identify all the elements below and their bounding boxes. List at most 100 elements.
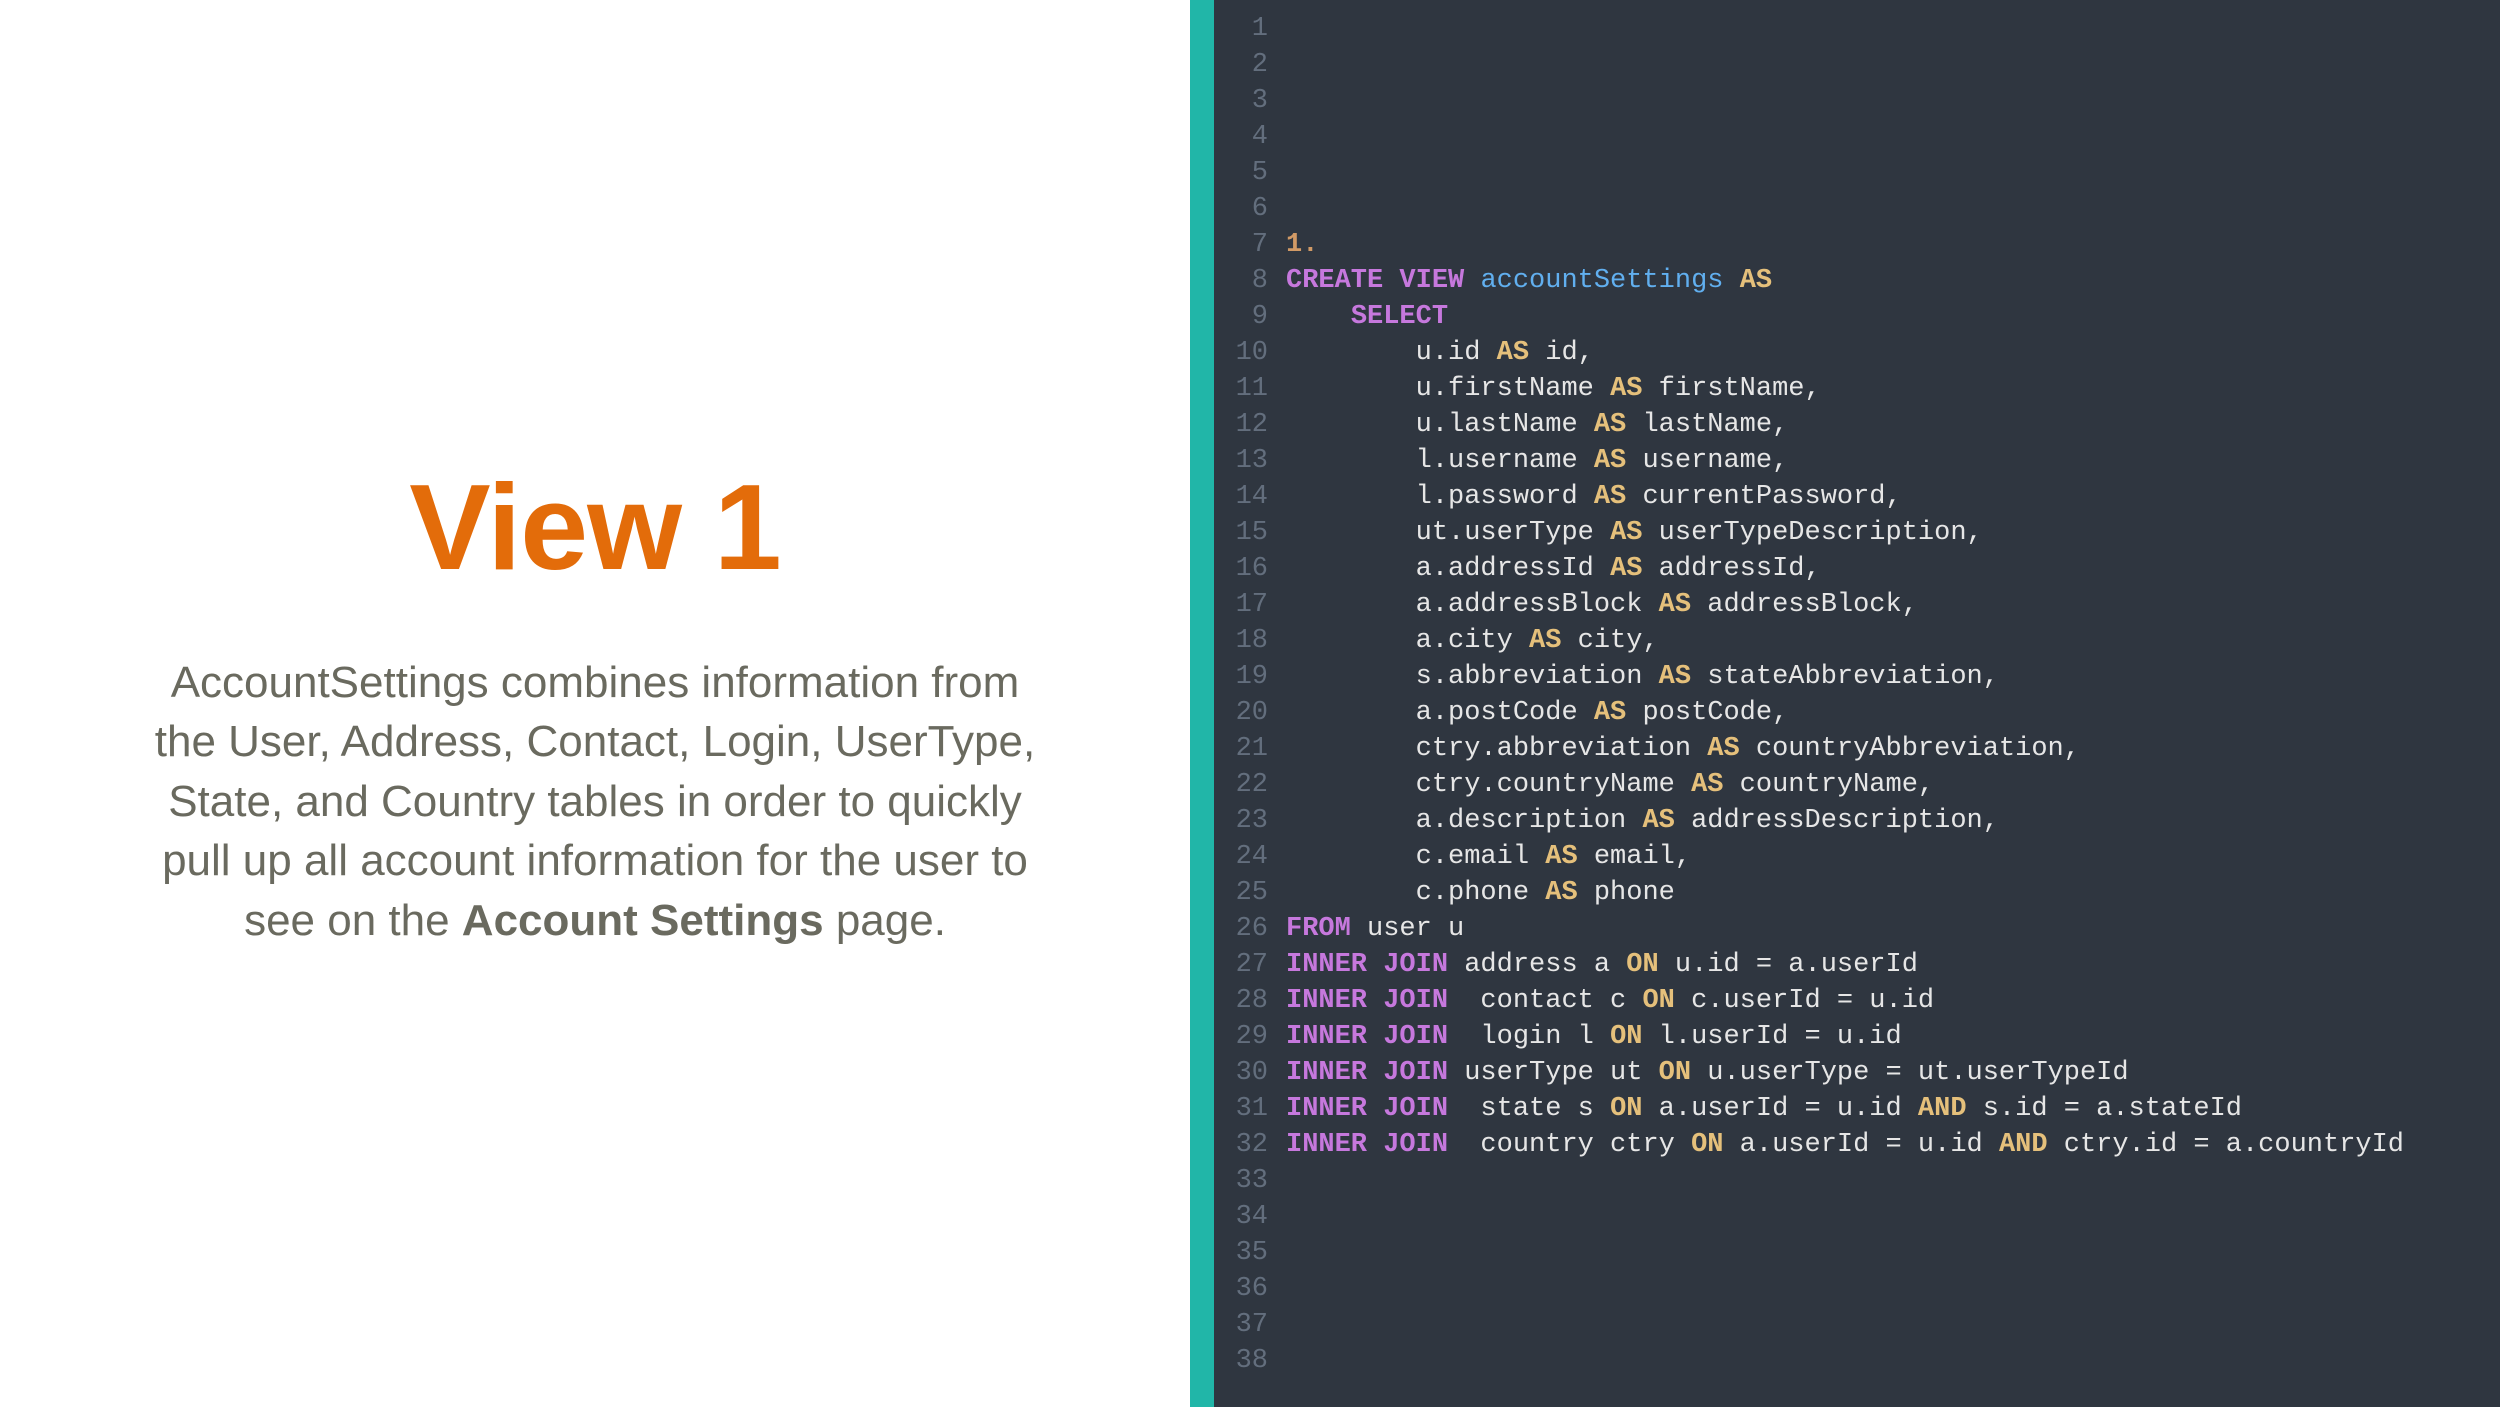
code-line: a.addressId AS addressId, <box>1286 552 2500 588</box>
line-number: 17 <box>1214 588 1268 624</box>
code-token: addressDescription, <box>1675 806 1999 836</box>
code-line: ctry.abbreviation AS countryAbbreviation… <box>1286 732 2500 768</box>
slide-text-panel: View 1 AccountSettings combines informat… <box>0 0 1190 1407</box>
code-token: userTypeDescription, <box>1642 518 1982 548</box>
code-token: c.userId = u.id <box>1675 986 1934 1016</box>
code-token: AND <box>1918 1094 1967 1124</box>
divider-bar <box>1190 0 1214 1407</box>
code-line <box>1286 1308 2500 1344</box>
code-token: INNER JOIN <box>1286 1130 1448 1160</box>
code-token: currentPassword, <box>1626 482 1901 512</box>
code-token: ON <box>1659 1058 1691 1088</box>
code-line: l.password AS currentPassword, <box>1286 480 2500 516</box>
slide-description-post: page. <box>824 896 946 945</box>
code-token: ON <box>1610 1094 1642 1124</box>
slide-description: AccountSettings combines information fro… <box>150 653 1040 950</box>
code-token: postCode, <box>1626 698 1788 728</box>
code-line: INNER JOIN contact c ON c.userId = u.id <box>1286 984 2500 1020</box>
code-token: u.lastName <box>1286 410 1594 440</box>
line-number: 13 <box>1214 444 1268 480</box>
code-token: contact c <box>1448 986 1642 1016</box>
code-token: user u <box>1351 914 1464 944</box>
code-token: addressBlock, <box>1691 590 1918 620</box>
code-token: ON <box>1610 1022 1642 1052</box>
line-number: 11 <box>1214 372 1268 408</box>
code-line <box>1286 1236 2500 1272</box>
code-token: ON <box>1642 986 1674 1016</box>
code-token: ON <box>1691 1130 1723 1160</box>
code-token: s.abbreviation <box>1286 662 1659 692</box>
code-token: ut.userType <box>1286 518 1610 548</box>
code-token: username, <box>1626 446 1788 476</box>
code-token: login l <box>1448 1022 1610 1052</box>
code-token: AS <box>1740 266 1772 296</box>
code-line: a.city AS city, <box>1286 624 2500 660</box>
code-line <box>1286 1200 2500 1236</box>
code-token: AS <box>1707 734 1739 764</box>
code-token: stateAbbreviation, <box>1691 662 1999 692</box>
code-line: ctry.countryName AS countryName, <box>1286 768 2500 804</box>
code-line: c.phone AS phone <box>1286 876 2500 912</box>
code-token: country ctry <box>1448 1130 1691 1160</box>
code-token: ctry.id = a.countryId <box>2048 1130 2404 1160</box>
code-token: AS <box>1529 626 1561 656</box>
code-token: state s <box>1448 1094 1610 1124</box>
code-token: AS <box>1545 842 1577 872</box>
code-token: 1. <box>1286 230 1318 260</box>
slide-title: View 1 <box>409 457 781 597</box>
code-line <box>1286 48 2500 84</box>
code-token <box>1286 302 1351 332</box>
code-token: a.userId = u.id <box>1723 1130 1998 1160</box>
code-token: a.userId = u.id <box>1642 1094 1917 1124</box>
line-number: 5 <box>1214 156 1268 192</box>
line-number: 22 <box>1214 768 1268 804</box>
code-line: CREATE VIEW accountSettings AS <box>1286 264 2500 300</box>
code-token: AS <box>1594 698 1626 728</box>
line-number: 9 <box>1214 300 1268 336</box>
code-token: u.firstName <box>1286 374 1610 404</box>
code-token: c.phone <box>1286 878 1545 908</box>
code-token: INNER JOIN <box>1286 1058 1448 1088</box>
code-token: INNER JOIN <box>1286 1022 1448 1052</box>
code-line <box>1286 12 2500 48</box>
code-token: userType ut <box>1448 1058 1659 1088</box>
code-line: a.postCode AS postCode, <box>1286 696 2500 732</box>
code-token: AS <box>1594 482 1626 512</box>
line-number: 20 <box>1214 696 1268 732</box>
code-token: accountSettings <box>1480 266 1723 296</box>
line-number: 18 <box>1214 624 1268 660</box>
line-number: 30 <box>1214 1056 1268 1092</box>
code-token: addressId, <box>1642 554 1820 584</box>
code-token: FROM <box>1286 914 1351 944</box>
code-token: AS <box>1691 770 1723 800</box>
line-number: 3 <box>1214 84 1268 120</box>
code-line: c.email AS email, <box>1286 840 2500 876</box>
code-line: u.id AS id, <box>1286 336 2500 372</box>
code-token: a.addressBlock <box>1286 590 1659 620</box>
line-number: 33 <box>1214 1164 1268 1200</box>
code-token: s.id = a.stateId <box>1967 1094 2242 1124</box>
code-token: AS <box>1594 446 1626 476</box>
code-token: phone <box>1578 878 1675 908</box>
code-line: INNER JOIN country ctry ON a.userId = u.… <box>1286 1128 2500 1164</box>
code-line <box>1286 1272 2500 1308</box>
code-token: a.city <box>1286 626 1529 656</box>
line-number: 37 <box>1214 1308 1268 1344</box>
code-line: l.username AS username, <box>1286 444 2500 480</box>
code-token: u.id <box>1286 338 1497 368</box>
code-line <box>1286 192 2500 228</box>
code-token: CREATE VIEW <box>1286 266 1480 296</box>
code-token: u.id = a.userId <box>1659 950 1918 980</box>
line-number: 12 <box>1214 408 1268 444</box>
code-line: s.abbreviation AS stateAbbreviation, <box>1286 660 2500 696</box>
line-number: 38 <box>1214 1344 1268 1380</box>
code-token: INNER JOIN <box>1286 950 1448 980</box>
line-number: 16 <box>1214 552 1268 588</box>
line-number: 36 <box>1214 1272 1268 1308</box>
code-token: ctry.abbreviation <box>1286 734 1707 764</box>
code-line: u.lastName AS lastName, <box>1286 408 2500 444</box>
line-number: 10 <box>1214 336 1268 372</box>
code-line: 1. <box>1286 228 2500 264</box>
line-number: 31 <box>1214 1092 1268 1128</box>
code-token: firstName, <box>1642 374 1820 404</box>
